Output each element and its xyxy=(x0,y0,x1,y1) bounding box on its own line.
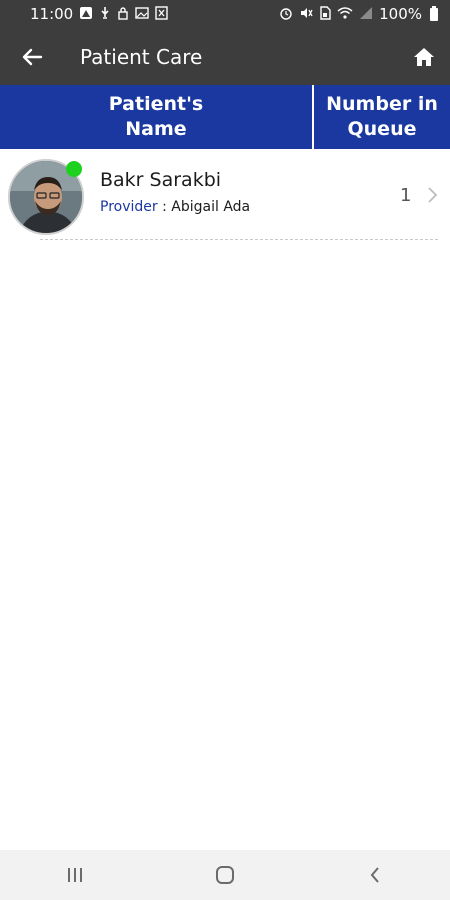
recent-apps-icon xyxy=(68,868,82,882)
alarm-icon xyxy=(279,6,293,22)
sim-icon xyxy=(319,6,331,22)
usb-icon xyxy=(99,6,111,22)
row-divider xyxy=(40,239,438,240)
app-bar: Patient Care xyxy=(0,28,450,85)
table-header: Patient's Name Number in Queue xyxy=(0,85,450,149)
home-icon xyxy=(414,47,434,66)
header-patient-name: Patient's Name xyxy=(0,85,314,149)
status-left: 11:00 xyxy=(30,5,168,23)
home-nav-button[interactable] xyxy=(195,850,255,900)
patient-name: Bakr Sarakbi xyxy=(100,169,222,191)
status-right: 100% xyxy=(279,5,438,23)
signal-icon xyxy=(359,6,373,22)
home-button[interactable] xyxy=(398,28,450,85)
status-time: 11:00 xyxy=(30,5,74,23)
row-text: Bakr Sarakbi Provider : Abigail Ada xyxy=(100,169,250,215)
avatar-wrap xyxy=(8,159,84,235)
battery-percent: 100% xyxy=(379,5,422,23)
mute-icon xyxy=(299,6,313,22)
provider-label: Provider xyxy=(100,199,158,215)
wifi-icon xyxy=(337,6,353,22)
gallery-icon xyxy=(135,6,149,22)
provider-separator: : xyxy=(157,199,172,215)
page-title: Patient Care xyxy=(80,44,203,69)
provider-line: Provider : Abigail Ada xyxy=(100,199,250,215)
battery-icon xyxy=(430,5,438,21)
provider-name: Abigail Ada xyxy=(171,199,251,215)
notification-icon xyxy=(79,6,93,22)
status-bar: 11:00 100% xyxy=(0,0,450,28)
app-icon xyxy=(155,6,168,22)
system-nav-bar xyxy=(0,850,450,900)
recent-apps-button[interactable] xyxy=(45,850,105,900)
home-circle-icon xyxy=(216,866,234,884)
queue-number: 1 xyxy=(400,185,412,206)
back-nav-button[interactable] xyxy=(345,850,405,900)
online-status-dot xyxy=(66,161,82,177)
header-queue-number: Number in Queue xyxy=(326,93,438,140)
table-row[interactable]: Bakr Sarakbi Provider : Abigail Ada 1 xyxy=(0,149,450,241)
lock-icon xyxy=(117,6,129,22)
chevron-right-icon xyxy=(428,187,438,203)
back-chevron-icon xyxy=(370,867,379,883)
back-arrow-icon xyxy=(22,48,43,65)
back-button[interactable] xyxy=(0,28,64,85)
